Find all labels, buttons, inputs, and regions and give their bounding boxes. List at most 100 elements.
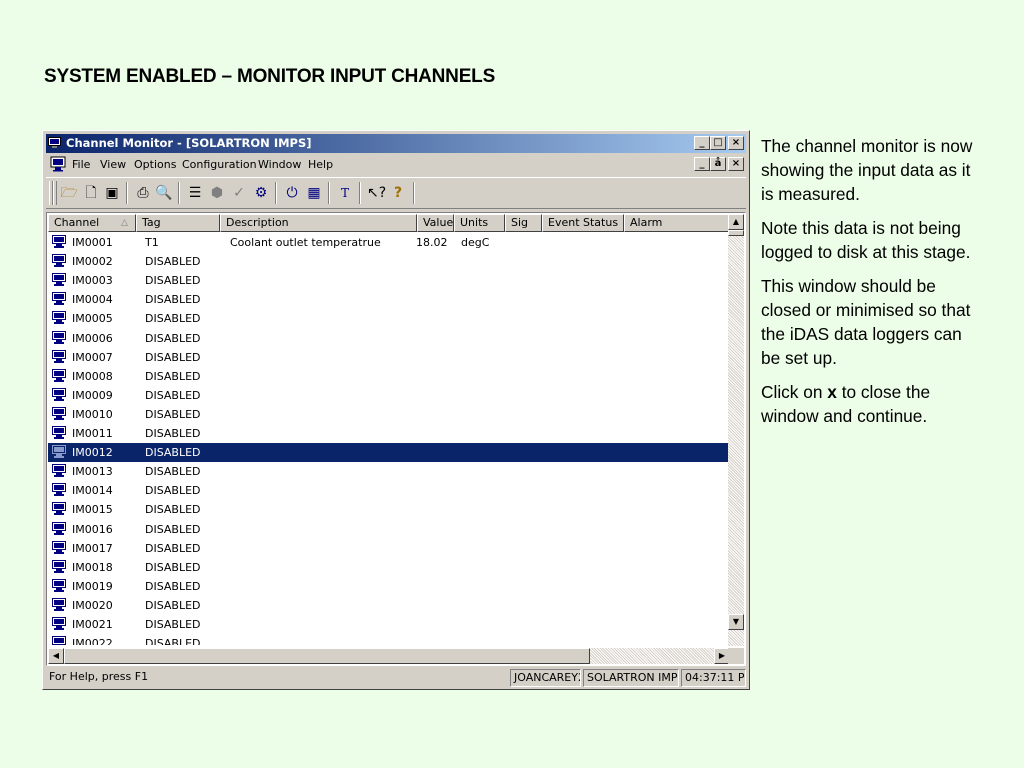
menu-view[interactable]: View	[100, 158, 126, 171]
document-icon[interactable]	[50, 156, 66, 172]
table-row[interactable]: IM0008 DISABLED	[48, 367, 730, 386]
menu-options[interactable]: Options	[134, 158, 176, 171]
toolbar-separator	[275, 182, 277, 204]
table-row[interactable]: IM0002 DISABLED	[48, 252, 730, 271]
column-header-tag[interactable]: Tag	[136, 214, 220, 232]
cell-channel: IM0014	[72, 484, 113, 498]
table-row[interactable]: IM0018 DISABLED	[48, 558, 730, 577]
table-row[interactable]: IM0003 DISABLED	[48, 271, 730, 290]
properties-icon[interactable]: ☰	[186, 184, 204, 202]
mdi-restore-button[interactable]: å	[710, 157, 726, 171]
menu-bar: File View Options Configuration Window H…	[46, 154, 746, 174]
table-row[interactable]: IM0020 DISABLED	[48, 596, 730, 615]
title-bar[interactable]: Channel Monitor - [SOLARTRON IMPS] _ □ ×	[46, 134, 746, 153]
table-row[interactable]: IM0015 DISABLED	[48, 500, 730, 519]
column-header-event-status[interactable]: Event Status	[542, 214, 624, 232]
channel-icon	[52, 235, 66, 248]
table-row[interactable]: IM0009 DISABLED	[48, 386, 730, 405]
menu-window[interactable]: Window	[258, 158, 301, 171]
cell-channel: IM0005	[72, 312, 113, 326]
table-row[interactable]: IM0019 DISABLED	[48, 577, 730, 596]
vertical-scrollbar[interactable]: ▲ ▼	[728, 214, 744, 646]
cell-tag: DISABLED	[145, 503, 201, 517]
open-folder-icon[interactable]: 🗁	[60, 184, 78, 202]
cell-channel: IM0011	[72, 427, 113, 440]
power-icon[interactable]: ⏻	[283, 184, 301, 202]
table-row[interactable]: IM0006 DISABLED	[48, 329, 730, 348]
table-row[interactable]: IM0011 DISABLED	[48, 424, 730, 443]
cell-channel: IM0020	[72, 598, 113, 612]
table-row[interactable]: IM0022 DISABLED	[48, 634, 730, 645]
channel-monitor-window: Channel Monitor - [SOLARTRON IMPS] _ □ ×…	[42, 130, 750, 690]
cell-channel: IM0022	[72, 637, 113, 645]
table-row[interactable]: IM0013 DISABLED	[48, 462, 730, 481]
print-icon[interactable]: ⎙	[134, 184, 152, 202]
menu-file[interactable]: File	[72, 158, 90, 171]
cell-tag: DISABLED	[145, 293, 201, 307]
channel-icon	[52, 254, 66, 268]
toolbar: 🗁 🗋 ▣ ⎙ 🔍 ☰ ⬢ ✓ ⚙ ⏻ ▦ T ↖? ?	[46, 177, 746, 209]
table-row[interactable]: IM0016 DISABLED	[48, 520, 730, 539]
table-row[interactable]: IM0005 DISABLED	[48, 309, 730, 328]
cell-tag: DISABLED	[145, 484, 201, 498]
scroll-thumb[interactable]	[728, 230, 744, 236]
print-preview-icon[interactable]: 🔍	[155, 184, 173, 202]
cell-tag: DISABLED	[145, 637, 201, 645]
cell-channel: IM0013	[72, 465, 113, 479]
help-icon[interactable]: ?	[389, 184, 407, 202]
cell-tag: DISABLED	[145, 350, 201, 364]
check-icon[interactable]: ✓	[230, 184, 248, 202]
scroll-down-button[interactable]: ▼	[728, 614, 744, 630]
scroll-left-button[interactable]: ◀	[48, 648, 64, 664]
maximize-button[interactable]: □	[710, 136, 726, 150]
font-icon[interactable]: T	[336, 184, 354, 202]
window-icon[interactable]	[48, 137, 61, 148]
sort-ascending-icon: △	[121, 218, 128, 228]
stop-icon[interactable]: ⬢	[208, 184, 226, 202]
column-header-value[interactable]: Value	[417, 214, 454, 232]
close-button[interactable]: ×	[728, 136, 744, 150]
table-row[interactable]: IM0010 DISABLED	[48, 405, 730, 424]
mdi-minimize-button[interactable]: _	[694, 157, 710, 171]
channel-icon	[52, 521, 66, 535]
horizontal-scrollbar[interactable]: ◀ ▶	[48, 648, 730, 664]
column-header-description[interactable]: Description	[220, 214, 417, 232]
horizontal-scroll-thumb[interactable]	[64, 648, 590, 664]
channel-list[interactable]: Channel △ Tag Description Value Units Sig…	[46, 212, 746, 666]
column-header-sig[interactable]: Sig	[505, 214, 542, 232]
cell-units: degC	[461, 236, 490, 249]
cell-channel: IM0010	[72, 407, 113, 421]
channel-icon	[52, 387, 66, 401]
cell-tag: DISABLED	[145, 465, 201, 479]
column-header-channel[interactable]: Channel △	[48, 214, 136, 232]
cell-channel: IM0019	[72, 579, 113, 593]
cell-channel: IM0008	[72, 369, 113, 383]
scroll-up-button[interactable]: ▲	[728, 214, 744, 230]
table-row[interactable]: IM0001 T1 Coolant outlet temperatrue 18.02 d…	[48, 233, 730, 252]
cell-tag: DISABLED	[145, 407, 201, 421]
mdi-close-button[interactable]: ×	[728, 157, 744, 171]
grid-icon[interactable]: ▦	[305, 184, 323, 202]
column-header-units[interactable]: Units	[454, 214, 505, 232]
menu-configuration[interactable]: Configuration	[182, 158, 257, 171]
toolbar-separator	[126, 182, 128, 204]
column-header-alarm[interactable]: Alarm	[624, 214, 730, 232]
table-row[interactable]: IM0004 DISABLED	[48, 290, 730, 309]
status-time: 04:37:11 PM	[681, 669, 746, 687]
table-row[interactable]: IM0014 DISABLED	[48, 481, 730, 500]
new-file-icon[interactable]: 🗋	[82, 184, 100, 202]
table-row[interactable]: IM0012 DISABLED	[48, 443, 730, 463]
whats-this-icon[interactable]: ↖?	[367, 184, 386, 202]
save-icon[interactable]: ▣	[103, 184, 121, 202]
cell-tag: DISABLED	[145, 560, 201, 574]
instruction-text: Click on	[761, 382, 828, 402]
channel-icon	[52, 483, 66, 497]
table-row[interactable]: IM0021 DISABLED	[48, 615, 730, 634]
menu-help[interactable]: Help	[308, 158, 333, 171]
scrollbar-corner	[728, 648, 744, 664]
table-row[interactable]: IM0007 DISABLED	[48, 348, 730, 367]
toolbar-grip[interactable]	[53, 181, 57, 205]
minimize-button[interactable]: _	[694, 136, 710, 150]
table-row[interactable]: IM0017 DISABLED	[48, 539, 730, 558]
settings-icon[interactable]: ⚙	[252, 184, 270, 202]
